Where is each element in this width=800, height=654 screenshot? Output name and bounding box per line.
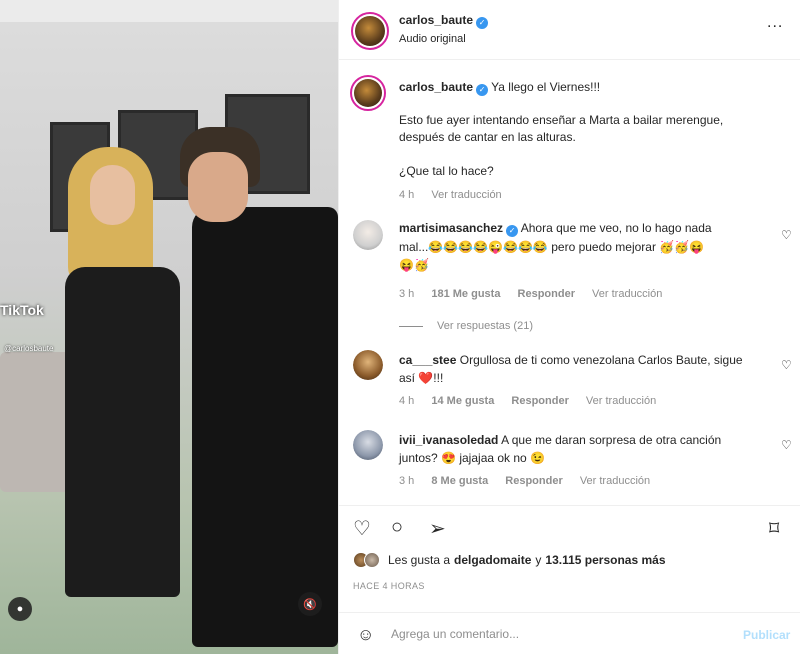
- reply-button[interactable]: Responder: [518, 288, 575, 300]
- emoji-group: 😝🥳: [399, 257, 777, 274]
- caption-title-line: carlos_baute ✓ Ya llego el Viernes!!!: [399, 79, 777, 96]
- verified-icon: ✓: [476, 84, 489, 96]
- comment-line-1: ca___stee Orgullosa de ti como venezolan…: [399, 352, 777, 369]
- comment-text: Ahora que me veo, no lo hago nada: [520, 221, 712, 235]
- post-timestamp: HACE 4 HORAS: [353, 581, 425, 591]
- tiktok-handle: @carlosbaute: [4, 344, 54, 353]
- likes-prefix: Les gusta a: [388, 553, 451, 567]
- caption-line-2: después de cantar en las alturas.: [399, 130, 576, 144]
- woman-dancer: [60, 147, 185, 597]
- audio-label[interactable]: Audio original: [399, 33, 466, 45]
- comment-line-2: juntos? 😍 jajajaa ok no 😉: [399, 450, 777, 467]
- caption-line-3: ¿Que tal lo hace?: [399, 164, 494, 178]
- comment-icon[interactable]: ○: [391, 516, 403, 539]
- like-comment-heart-icon[interactable]: ♡: [781, 228, 792, 242]
- comment-meta: 3 h 181 Me gusta Responder Ver traducció…: [399, 288, 676, 300]
- post-video[interactable]: TikTok @carlosbaute ● 🔇: [0, 0, 338, 654]
- caption-time: 4 h: [399, 189, 415, 201]
- comments-list[interactable]: carlos_baute ✓ Ya llego el Viernes!!! Est…: [339, 61, 800, 501]
- comment-text: jajajaa ok no: [459, 451, 527, 465]
- comment-likes[interactable]: 181 Me gusta: [431, 288, 500, 300]
- like-comment-heart-icon[interactable]: ♡: [781, 358, 792, 372]
- tiktok-watermark: TikTok: [0, 302, 44, 318]
- comment-line-1: ivii_ivanasoledad A que me daran sorpres…: [399, 432, 777, 449]
- comment-text: A que me daran sorpresa de otra canción: [501, 433, 722, 447]
- bookmark-icon[interactable]: ⌑: [769, 516, 779, 541]
- comment-text: mal...: [399, 240, 429, 254]
- share-icon[interactable]: ➢: [429, 516, 446, 541]
- commenter-username[interactable]: ivii_ivanasoledad: [399, 433, 498, 447]
- caption-meta: 4 h Ver traducción: [399, 189, 516, 201]
- caption-line-1: Esto fue ayer intentando enseñar a Marta…: [399, 113, 724, 127]
- comment-text: Orgullosa de ti como venezolana Carlos B…: [459, 353, 743, 367]
- mute-icon[interactable]: 🔇: [298, 592, 322, 616]
- verified-icon: ✓: [476, 17, 489, 29]
- commenter-avatar[interactable]: [353, 220, 383, 250]
- caption-title: Ya llego el Viernes!!!: [491, 80, 601, 94]
- commenter-avatar[interactable]: [353, 430, 383, 460]
- author-username[interactable]: carlos_baute: [399, 13, 473, 27]
- commenter-username[interactable]: martisimasanchez: [399, 221, 503, 235]
- post-header: carlos_baute ✓ Audio original ...: [339, 0, 800, 60]
- likes-mid: y: [535, 553, 542, 567]
- verified-icon: ✓: [506, 225, 519, 237]
- comment-meta: 3 h 8 Me gusta Responder Ver traducción: [399, 475, 664, 487]
- heart-icon[interactable]: ♡: [353, 516, 371, 541]
- author-avatar[interactable]: [351, 12, 389, 50]
- likes-summary[interactable]: Les gusta a delgadomaite y 13.115 person…: [353, 552, 666, 568]
- post-view: TikTok @carlosbaute ● 🔇 carlos_baute ✓ Au…: [0, 0, 800, 654]
- smile-icon[interactable]: ☺: [357, 625, 374, 645]
- emoji-heart-eyes: 😍: [441, 451, 456, 465]
- more-options-icon[interactable]: ...: [767, 14, 783, 32]
- caption-username[interactable]: carlos_baute: [399, 80, 473, 94]
- comment-meta: 4 h 14 Me gusta Responder Ver traducción: [399, 395, 670, 407]
- post-panel: carlos_baute ✓ Audio original ... carlos_…: [338, 0, 800, 654]
- liker-username[interactable]: delgadomaite: [454, 553, 531, 567]
- comment-line-1: martisimasanchez ✓ Ahora que me veo, no l…: [399, 220, 777, 237]
- commenter-avatar[interactable]: [353, 350, 383, 380]
- comment-line-2: mal...😂😂😂😂😜😂😂😂 pero puedo mejorar 🥳🥳😝: [399, 239, 777, 256]
- man-dancer: [180, 127, 338, 647]
- likes-count[interactable]: 13.115 personas más: [545, 553, 665, 567]
- comment-text: juntos?: [399, 451, 438, 465]
- post-actions: ♡ ○ ➢ ⌑: [339, 505, 800, 545]
- video-frame: [0, 22, 338, 654]
- video-top-bar: [0, 0, 338, 22]
- comment-input[interactable]: [391, 627, 711, 641]
- translate-link[interactable]: Ver traducción: [586, 395, 656, 407]
- translate-link[interactable]: Ver traducción: [431, 189, 501, 201]
- translate-link[interactable]: Ver traducción: [592, 288, 662, 300]
- comment-likes[interactable]: 14 Me gusta: [431, 395, 494, 407]
- comment-text: pero puedo mejorar: [551, 240, 656, 254]
- publish-button[interactable]: Publicar: [743, 628, 790, 642]
- view-replies-label: Ver respuestas (21): [437, 320, 533, 332]
- reply-button[interactable]: Responder: [505, 475, 562, 487]
- comment-likes[interactable]: 8 Me gusta: [431, 475, 488, 487]
- header-user: carlos_baute ✓: [399, 13, 489, 29]
- comment-time: 3 h: [399, 288, 415, 300]
- replies-divider: [399, 325, 423, 327]
- emoji-wink: 😉: [530, 451, 546, 465]
- translate-link[interactable]: Ver traducción: [580, 475, 650, 487]
- emoji-group: 😝🥳: [399, 258, 429, 272]
- like-comment-heart-icon[interactable]: ♡: [781, 438, 792, 452]
- commenter-username[interactable]: ca___stee: [399, 353, 456, 367]
- comment-composer: ☺ Publicar: [339, 612, 800, 654]
- comment-time: 3 h: [399, 475, 415, 487]
- author-avatar[interactable]: [350, 75, 386, 111]
- emoji-group: 😂😂😂😂😜😂😂😂: [428, 240, 548, 254]
- user-icon[interactable]: ●: [8, 597, 32, 621]
- view-replies-button[interactable]: Ver respuestas (21): [399, 320, 533, 332]
- emoji-group: 🥳🥳😝: [659, 240, 705, 254]
- comment-text: así ❤️!!!: [399, 371, 444, 385]
- reply-button[interactable]: Responder: [511, 395, 568, 407]
- liker-avatar: [364, 552, 380, 568]
- comment-time: 4 h: [399, 395, 415, 407]
